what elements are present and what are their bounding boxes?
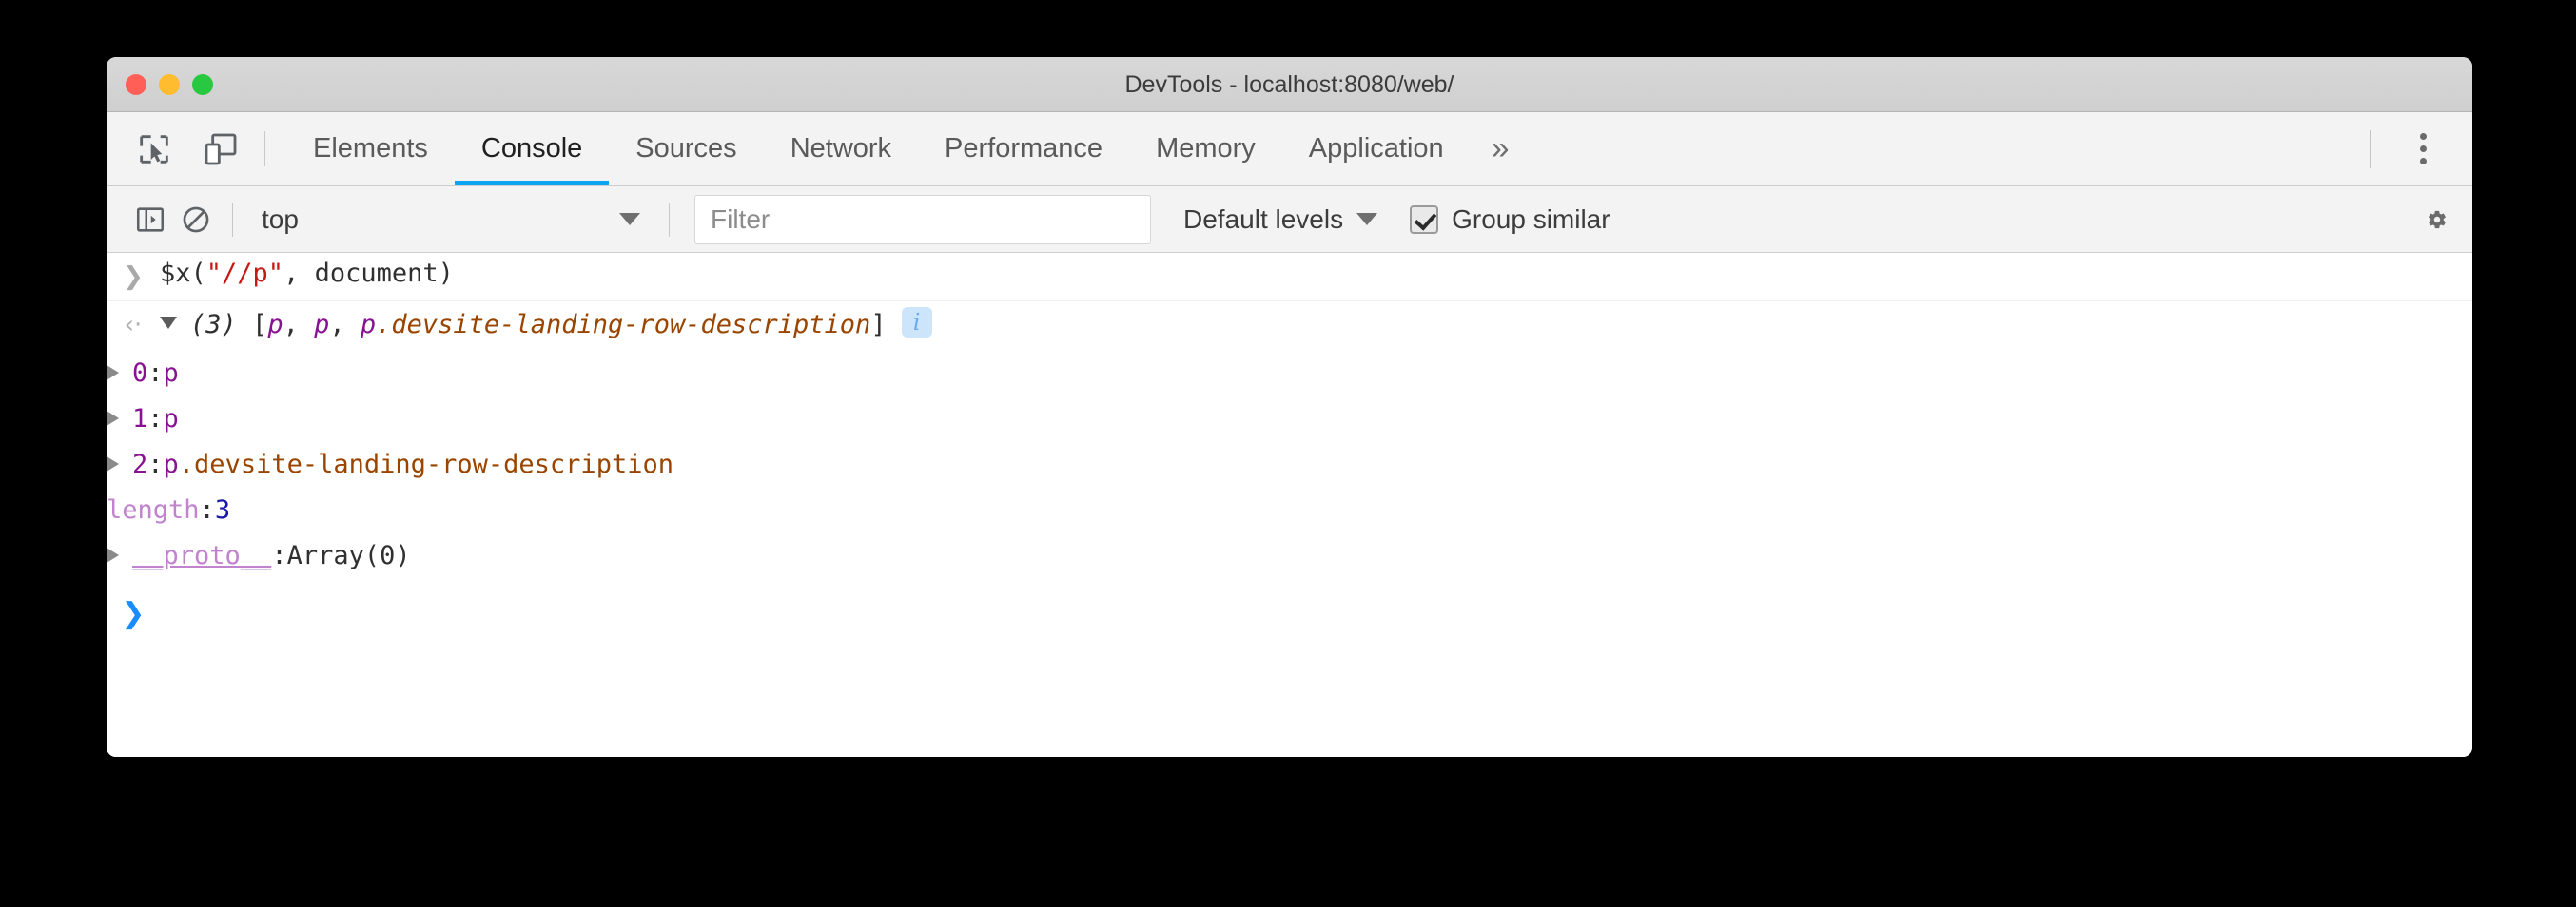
array-length-value: 3 — [214, 494, 231, 525]
console-result-preview[interactable]: (3) [p, p, p.devsite-landing-row-descrip… — [160, 305, 932, 339]
clear-console-icon[interactable] — [173, 197, 219, 242]
console-command-text: $x("//p", document) — [160, 257, 454, 288]
tabbar-divider — [264, 131, 265, 166]
tab-application[interactable]: Application — [1282, 112, 1471, 185]
array-count-label: (3) — [190, 310, 237, 339]
group-similar-toggle[interactable]: Group similar — [1410, 204, 1610, 235]
settings-gear-icon[interactable] — [2427, 197, 2472, 242]
expand-proto-triangle-icon[interactable] — [107, 548, 119, 563]
more-tabs-icon[interactable]: » — [1471, 112, 1531, 185]
info-badge-icon[interactable]: i — [901, 307, 932, 338]
command-part-string: "//p" — [205, 259, 284, 288]
more-options-icon[interactable] — [2398, 125, 2448, 174]
window-title: DevTools - localhost:8080/web/ — [1124, 71, 1454, 98]
array-length-row: length: 3 — [107, 494, 231, 525]
console-toolbar: top Filter Default levels Group similar — [107, 186, 2472, 253]
console-toolbar-divider-2 — [669, 202, 670, 237]
preview-tag-0: p — [267, 310, 283, 339]
devtools-tabbar: Elements Console Sources Network Perform… — [107, 112, 2472, 186]
devtools-window: DevTools - localhost:8080/web/ Elements … — [107, 57, 2472, 757]
tab-elements[interactable]: Elements — [286, 112, 455, 185]
device-toolbar-icon[interactable] — [196, 125, 245, 174]
array-item-key: 1 — [132, 403, 148, 434]
panel-tabs: Elements Console Sources Network Perform… — [271, 112, 2370, 185]
array-length-key: length — [107, 494, 200, 525]
array-item-value: p — [163, 403, 179, 434]
array-item-key: 0 — [132, 357, 148, 388]
chevron-down-icon — [1356, 213, 1378, 225]
array-proto-row[interactable]: __proto__: Array(0) — [107, 532, 2472, 578]
array-item-key: 2 — [132, 449, 148, 479]
preview-class-2: .devsite-landing-row-description — [376, 310, 871, 339]
preview-bracket-close: ] — [870, 310, 887, 339]
execution-context-select[interactable]: top — [246, 195, 655, 244]
tab-performance[interactable]: Performance — [918, 112, 1129, 185]
console-output[interactable]: ❯ $x("//p", document) ‹· (3) [p, p, p.de… — [107, 253, 2472, 757]
chevron-down-icon — [619, 213, 640, 225]
preview-bracket-open: [ — [252, 310, 268, 339]
array-item-row[interactable]: 1: p — [107, 396, 2472, 441]
proto-key: __proto__ — [132, 540, 272, 570]
filter-input[interactable]: Filter — [694, 194, 1151, 244]
log-levels-select[interactable]: Default levels — [1183, 203, 1378, 235]
console-input-row[interactable]: ❯ — [107, 578, 2472, 631]
window-titlebar: DevTools - localhost:8080/web/ — [107, 57, 2472, 112]
tab-network[interactable]: Network — [764, 112, 918, 185]
array-item-value-tag: p — [163, 449, 179, 479]
tab-sources[interactable]: Sources — [609, 112, 763, 185]
preview-sep-2: , — [329, 310, 361, 339]
console-prompt-chevron-icon: ❯ — [121, 596, 146, 630]
preview-sep-1: , — [283, 310, 315, 339]
log-levels-label: Default levels — [1183, 203, 1344, 234]
array-item-value-class: .devsite-landing-row-description — [178, 449, 673, 479]
console-command-row: ❯ $x("//p", document) — [107, 253, 2472, 301]
proto-value: Array(0) — [286, 540, 411, 570]
expand-array-triangle-icon[interactable] — [160, 317, 177, 329]
inspect-element-icon[interactable] — [129, 125, 179, 174]
array-item-row[interactable]: 0: p — [107, 350, 2472, 396]
preview-tag-2: p — [360, 310, 377, 339]
tabbar-left-icons — [107, 112, 259, 185]
command-prompt-gutter: ❯ — [107, 257, 160, 291]
group-similar-label: Group similar — [1452, 203, 1610, 234]
expand-item-triangle-icon[interactable] — [107, 411, 119, 426]
console-toolbar-divider-1 — [232, 202, 233, 237]
console-sidebar-icon[interactable] — [127, 197, 173, 242]
array-item-row[interactable]: 2: p .devsite-landing-row-description — [107, 441, 2472, 487]
tabbar-right-controls — [2370, 112, 2472, 185]
result-arrow-gutter: ‹· — [107, 305, 160, 339]
command-part-3: , document) — [283, 259, 454, 288]
preview-tag-1: p — [314, 310, 330, 339]
command-part-1: $x( — [160, 259, 206, 288]
tabbar-right-divider — [2370, 129, 2371, 168]
array-item-value: p — [163, 357, 179, 388]
execution-context-value: top — [262, 203, 299, 234]
expand-item-triangle-icon[interactable] — [107, 365, 119, 380]
tab-memory[interactable]: Memory — [1129, 112, 1282, 185]
console-result-row: ‹· (3) [p, p, p.devsite-landing-row-desc… — [107, 301, 2472, 350]
tab-console[interactable]: Console — [454, 112, 610, 185]
expand-item-triangle-icon[interactable] — [107, 456, 119, 472]
return-value-icon: ‹· — [124, 311, 143, 339]
group-similar-checkbox[interactable] — [1410, 204, 1439, 234]
command-chevron-icon: ❯ — [123, 262, 144, 291]
